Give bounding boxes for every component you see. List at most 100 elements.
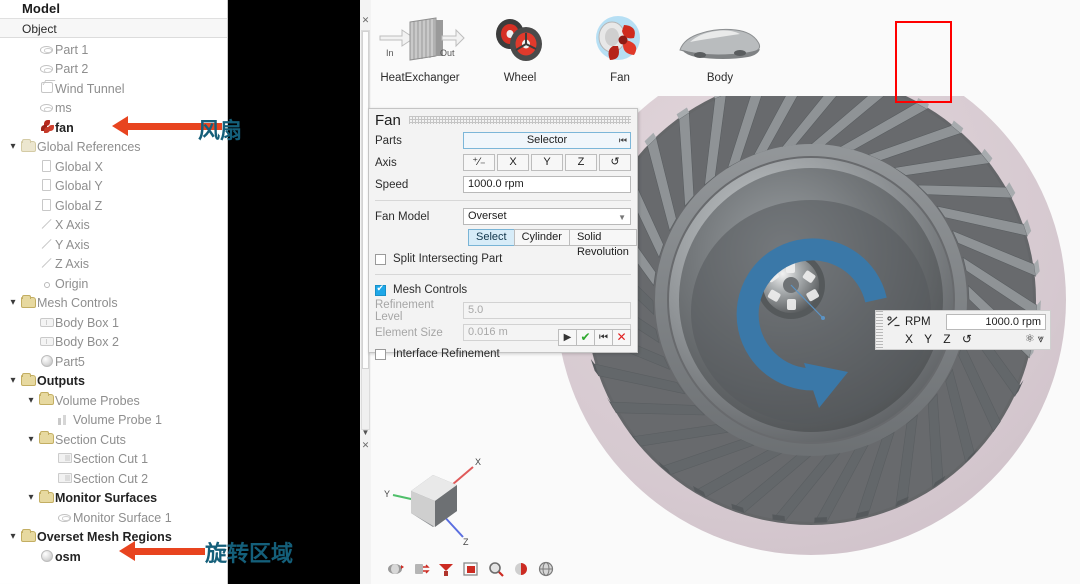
split-intersecting-checkbox[interactable] <box>375 253 386 265</box>
tree-item-volume-probe-1[interactable]: Volume Probe 1 <box>0 411 227 431</box>
cube-icon <box>38 82 55 95</box>
rpm-axis-buttons[interactable]: X Y Z ↺ <box>905 332 976 346</box>
axis-button-z[interactable]: Z <box>565 154 597 171</box>
probe-icon <box>56 414 73 427</box>
triad-x-label: X <box>475 457 481 467</box>
parts-selector-button[interactable]: Selector ⏮ <box>463 132 631 149</box>
tree-item-label: Monitor Surfaces <box>55 491 158 506</box>
refinement-level-row: Refinement Level 5.0 <box>375 299 631 323</box>
tree-item-outputs[interactable]: ▾ Outputs <box>0 372 227 392</box>
ribbon-item-wheel[interactable]: Wheel <box>474 12 566 84</box>
mesh-controls-row[interactable]: Mesh Controls <box>375 281 631 299</box>
part-type-ribbon[interactable]: In Out HeatExchanger Wheel Fan Body <box>374 4 1074 103</box>
fan-dialog-buttons[interactable]: ▶ ✔ ⏮ ✕ <box>558 329 631 346</box>
chevron-down-icon[interactable]: ▾ <box>6 298 20 308</box>
chevron-down-icon[interactable]: ▼ <box>618 210 626 225</box>
parts-row: Parts Selector ⏮ <box>375 131 631 150</box>
tree-item-body-box-1[interactable]: Body Box 1 <box>0 313 227 333</box>
apply-button[interactable]: ⏮ <box>594 329 613 346</box>
tree-item-section-cuts[interactable]: ▾ Section Cuts <box>0 430 227 450</box>
interface-refinement-row[interactable]: Interface Refinement <box>375 345 631 363</box>
chevron-down-icon[interactable]: ▾ <box>24 395 38 406</box>
tree-item-wind-tunnel[interactable]: Wind Tunnel <box>0 79 227 99</box>
tree-item-label: Part5 <box>55 354 85 369</box>
pan-tool-icon[interactable] <box>412 560 430 578</box>
tree-item-global-z[interactable]: Global Z <box>0 196 227 216</box>
tree-item-z-axis[interactable]: Z Axis <box>0 255 227 275</box>
fan-properties-dialog[interactable]: Fan Parts Selector ⏮ Axis ⁺⁄₋ X Y Z ↺ Sp… <box>368 108 638 360</box>
viewport-toolbar[interactable] <box>387 560 555 578</box>
tree-item-mesh-controls[interactable]: ▾ Mesh Controls <box>0 294 227 314</box>
rpm-trailing-icons[interactable]: ⚛ ⩔ <box>1025 332 1044 346</box>
model-segment-group[interactable]: Select Cylinder Solid Revolution <box>468 229 637 258</box>
rpm-icon <box>887 316 900 327</box>
tree-item-part-1[interactable]: Part 1 <box>0 40 227 60</box>
orientation-triad[interactable]: X Y Z <box>381 451 501 546</box>
accept-button[interactable]: ✔ <box>576 329 595 346</box>
axis-button-group[interactable]: ⁺⁄₋ X Y Z ↺ <box>463 154 631 171</box>
tree-item-part-2[interactable]: Part 2 <box>0 60 227 80</box>
tree-item-global-y[interactable]: Global Y <box>0 177 227 197</box>
rpm-value-field[interactable]: 1000.0 rpm <box>946 314 1046 330</box>
chevron-down-icon[interactable]: ▾ <box>24 493 38 503</box>
axis-button-y[interactable]: Y <box>531 154 563 171</box>
rpm-widget-grip[interactable] <box>876 311 883 349</box>
segment-select[interactable]: Select <box>468 229 515 246</box>
cancel-button[interactable]: ✕ <box>612 329 631 346</box>
chevron-down-icon[interactable]: ▾ <box>6 376 20 386</box>
refinement-level-input[interactable]: 5.0 <box>463 302 631 319</box>
fan-dialog-titlebar[interactable]: Fan <box>369 109 637 131</box>
mesh-controls-checkbox[interactable] <box>375 283 386 296</box>
axis-button-reverse[interactable]: ↺ <box>599 154 631 171</box>
ribbon-item-heatexchanger[interactable]: In Out HeatExchanger <box>374 12 466 84</box>
chevron-down-icon[interactable]: ▾ <box>6 142 20 152</box>
tree-item-monitor-surfaces[interactable]: ▾ Monitor Surfaces <box>0 489 227 509</box>
axis-button-x[interactable]: X <box>497 154 529 171</box>
screenshot-root: Model Object Part 1 Part 2 Wind Tunnel ms fa… <box>0 0 1080 584</box>
tree-item-section-cut-1[interactable]: Section Cut 1 <box>0 450 227 470</box>
fan-model-dropdown[interactable]: Overset ▼ <box>463 208 631 225</box>
chevron-down-icon[interactable]: ▾ <box>24 434 38 445</box>
tree-item-label: Global Z <box>55 198 103 213</box>
tree-item-y-axis[interactable]: Y Axis <box>0 235 227 255</box>
interface-refinement-checkbox[interactable] <box>375 348 386 360</box>
parts-pin-icon[interactable]: ⏮ <box>619 133 627 148</box>
tree-item-x-axis[interactable]: X Axis <box>0 216 227 236</box>
tree-item-monitor-surface-1[interactable]: Monitor Surface 1 <box>0 508 227 528</box>
tree-item-part5[interactable]: Part5 <box>0 352 227 372</box>
speed-input[interactable]: 1000.0 rpm <box>463 176 631 193</box>
triad-y-label: Y <box>384 489 390 499</box>
tree-item-origin[interactable]: Origin <box>0 274 227 294</box>
close-icon-top[interactable]: ✕ <box>361 16 370 25</box>
rpm-widget[interactable]: RPM 1000.0 rpm X Y Z ↺ ⚛ ⩔ <box>875 310 1051 350</box>
tree-item-section-cut-2[interactable]: Section Cut 2 <box>0 469 227 489</box>
fan-dialog-drag-grip[interactable] <box>408 116 631 124</box>
ribbon-item-body[interactable]: Body <box>674 12 766 84</box>
fit-view-tool-icon[interactable] <box>462 560 480 578</box>
rotate-tool-icon[interactable] <box>387 560 405 578</box>
tree-item-volume-probes[interactable]: ▾ Volume Probes <box>0 391 227 411</box>
globe-tool-icon[interactable] <box>537 560 555 578</box>
scroll-down-arrow[interactable]: ▼ <box>361 428 370 437</box>
tree-item-body-box-2[interactable]: Body Box 2 <box>0 333 227 353</box>
tree-item-overset-mesh-regions[interactable]: ▾ Overset Mesh Regions <box>0 528 227 548</box>
segment-solid-revolution[interactable]: Solid Revolution <box>568 229 637 258</box>
rpm-row-axes: X Y Z ↺ ⚛ ⩔ <box>887 332 1046 347</box>
preview-button[interactable]: ▶ <box>558 329 577 346</box>
clip-tool-icon[interactable] <box>437 560 455 578</box>
section-tool-icon[interactable] <box>512 560 530 578</box>
ribbon-item-fan[interactable]: Fan <box>574 12 666 84</box>
tree-column-header[interactable]: Object <box>0 18 227 38</box>
tree-item-global-x[interactable]: Global X <box>0 157 227 177</box>
heat-exchanger-icon: In Out <box>374 12 466 70</box>
segment-cylinder[interactable]: Cylinder <box>513 229 570 246</box>
close-icon-bottom[interactable]: ✕ <box>361 441 370 450</box>
folder-icon <box>38 489 55 505</box>
axis-button-custom[interactable]: ⁺⁄₋ <box>463 154 495 171</box>
part-icon <box>38 44 55 56</box>
zoom-tool-icon[interactable] <box>487 560 505 578</box>
parts-label: Parts <box>375 134 402 147</box>
tree-item-global-references[interactable]: ▾ Global References <box>0 138 227 158</box>
square-icon <box>38 179 55 193</box>
chevron-down-icon[interactable]: ▾ <box>6 532 20 542</box>
